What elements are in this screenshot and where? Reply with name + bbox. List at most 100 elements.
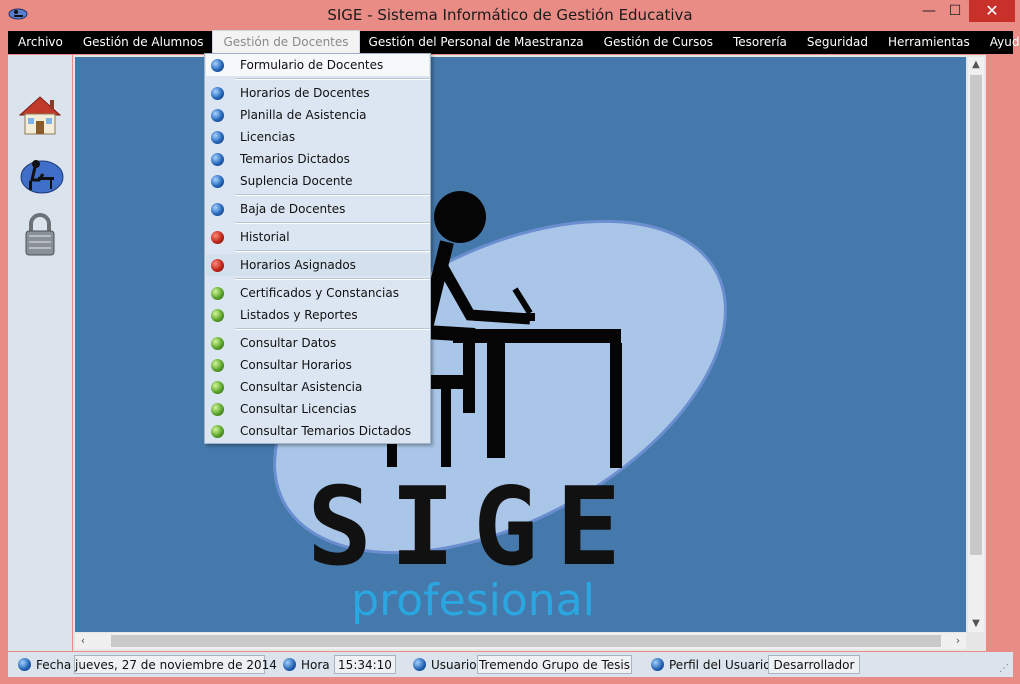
menu-item-horarios-asignados[interactable]: Horarios Asignados	[206, 254, 429, 276]
left-toolbar	[8, 55, 72, 651]
menu-item-label: Historial	[240, 230, 290, 244]
menu-ayuda[interactable]: Ayuda	[980, 31, 1020, 54]
menu-item-label: Consultar Horarios	[240, 358, 352, 372]
hora-label: Hora	[283, 656, 330, 674]
menu-item-consultar-temarios[interactable]: Consultar Temarios Dictados	[206, 420, 429, 442]
perfil-label-text: Perfil del Usuario	[669, 658, 771, 672]
menu-gestion-alumnos[interactable]: Gestión de Alumnos	[73, 31, 214, 54]
red-bullet-icon	[211, 259, 224, 272]
menu-archivo[interactable]: Archivo	[8, 31, 73, 54]
menu-item-licencias[interactable]: Licencias	[206, 126, 429, 148]
menu-item-consultar-licencias[interactable]: Consultar Licencias	[206, 398, 429, 420]
logo-subtitle: profesional	[351, 575, 595, 626]
menu-item-label: Horarios de Docentes	[240, 86, 370, 100]
window-title: SIGE - Sistema Informático de Gestión Ed…	[327, 6, 693, 24]
blue-bullet-icon	[211, 109, 224, 122]
green-bullet-icon	[211, 425, 224, 438]
menu-gestion-maestranza[interactable]: Gestión del Personal de Maestranza	[359, 31, 594, 54]
menu-item-label: Baja de Docentes	[240, 202, 346, 216]
menu-separator	[235, 78, 430, 80]
menu-item-formulario-docentes[interactable]: Formulario de Docentes	[206, 54, 429, 76]
blue-bullet-icon	[211, 153, 224, 166]
scroll-up-icon[interactable]: ▲	[968, 57, 984, 73]
menu-item-label: Consultar Datos	[240, 336, 337, 350]
green-bullet-icon	[211, 287, 224, 300]
minimize-button[interactable]: —	[916, 0, 942, 22]
fecha-label: Fecha	[18, 656, 71, 674]
close-button[interactable]: ✕	[969, 0, 1015, 22]
menu-item-label: Licencias	[240, 130, 296, 144]
blue-bullet-icon	[211, 87, 224, 100]
menu-seguridad[interactable]: Seguridad	[797, 31, 878, 54]
hora-label-text: Hora	[301, 658, 330, 672]
fecha-value: jueves, 27 de noviembre de 2014	[74, 655, 277, 674]
padlock-icon[interactable]	[16, 211, 64, 257]
menu-separator	[235, 328, 430, 330]
blue-bullet-icon	[211, 175, 224, 188]
blue-bullet-icon	[211, 59, 224, 72]
menu-item-temarios-dictados[interactable]: Temarios Dictados	[206, 148, 429, 170]
logo-title: SIGE	[307, 465, 639, 590]
scroll-right-icon[interactable]: ›	[950, 633, 966, 649]
menu-item-label: Certificados y Constancias	[240, 286, 399, 300]
menu-separator	[235, 250, 430, 252]
green-bullet-icon	[211, 403, 224, 416]
menu-gestion-cursos[interactable]: Gestión de Cursos	[594, 31, 723, 54]
red-bullet-icon	[211, 231, 224, 244]
menu-separator	[235, 194, 430, 196]
horizontal-scrollbar[interactable]: ‹ ›	[75, 633, 966, 649]
menu-item-consultar-asistencia[interactable]: Consultar Asistencia	[206, 376, 429, 398]
blue-bullet-icon	[211, 203, 224, 216]
status-bullet-icon	[283, 658, 296, 671]
menu-item-label: Consultar Temarios Dictados	[240, 424, 412, 438]
green-bullet-icon	[211, 381, 224, 394]
menu-item-label: Listados y Reportes	[240, 308, 358, 322]
green-bullet-icon	[211, 359, 224, 372]
perfil-label: Perfil del Usuario	[651, 656, 771, 674]
menu-item-horarios-docentes[interactable]: Horarios de Docentes	[206, 82, 429, 104]
menu-item-planilla-asistencia[interactable]: Planilla de Asistencia	[206, 104, 429, 126]
docentes-dropdown-menu: Formulario de Docentes Horarios de Docen…	[204, 53, 431, 444]
green-bullet-icon	[211, 337, 224, 350]
menu-item-label: Planilla de Asistencia	[240, 108, 367, 122]
fecha-label-text: Fecha	[36, 658, 72, 672]
status-bullet-icon	[651, 658, 664, 671]
teacher-desk-icon[interactable]	[16, 153, 64, 199]
menu-item-consultar-horarios[interactable]: Consultar Horarios	[206, 354, 429, 376]
menu-item-historial[interactable]: Historial	[206, 226, 429, 248]
blue-bullet-icon	[211, 131, 224, 144]
menu-item-label: Horarios Asignados	[240, 258, 356, 272]
menu-item-label: Formulario de Docentes	[240, 58, 384, 72]
title-bar: SIGE - Sistema Informático de Gestión Ed…	[0, 0, 1020, 31]
scroll-down-icon[interactable]: ▼	[968, 616, 984, 632]
vertical-scroll-thumb[interactable]	[970, 75, 982, 555]
menu-item-label: Consultar Asistencia	[240, 380, 363, 394]
menu-separator	[235, 278, 430, 280]
hora-value: 15:34:10	[334, 655, 396, 674]
green-bullet-icon	[211, 309, 224, 322]
horizontal-scroll-thumb[interactable]	[111, 635, 941, 647]
menu-item-baja-docentes[interactable]: Baja de Docentes	[206, 198, 429, 220]
menu-bar: Archivo Gestión de Alumnos Gestión de Do…	[8, 30, 1020, 55]
home-icon[interactable]	[16, 93, 64, 139]
resize-grip-icon[interactable]: ⋰	[999, 663, 1013, 677]
menu-herramientas[interactable]: Herramientas	[878, 31, 980, 54]
status-bar: Fecha jueves, 27 de noviembre de 2014 Ho…	[8, 652, 1013, 677]
menu-item-suplencia-docente[interactable]: Suplencia Docente	[206, 170, 429, 192]
scroll-left-icon[interactable]: ‹	[75, 633, 91, 649]
usuario-label-text: Usuario	[431, 658, 477, 672]
menu-separator	[235, 222, 430, 224]
menu-item-consultar-datos[interactable]: Consultar Datos	[206, 332, 429, 354]
menu-item-listados-reportes[interactable]: Listados y Reportes	[206, 304, 429, 326]
maximize-button[interactable]: ☐	[942, 0, 968, 22]
menu-tesoreria[interactable]: Tesorería	[723, 31, 797, 54]
menu-gestion-docentes[interactable]: Gestión de Docentes	[212, 30, 360, 55]
vertical-scrollbar[interactable]: ▲ ▼	[968, 57, 984, 632]
status-bullet-icon	[18, 658, 31, 671]
menu-item-certificados-constancias[interactable]: Certificados y Constancias	[206, 282, 429, 304]
perfil-value: Desarrollador	[768, 655, 860, 674]
status-bullet-icon	[413, 658, 426, 671]
menu-item-label: Consultar Licencias	[240, 402, 357, 416]
usuario-value: Tremendo Grupo de Tesis	[477, 655, 632, 674]
menu-item-label: Suplencia Docente	[240, 174, 353, 188]
